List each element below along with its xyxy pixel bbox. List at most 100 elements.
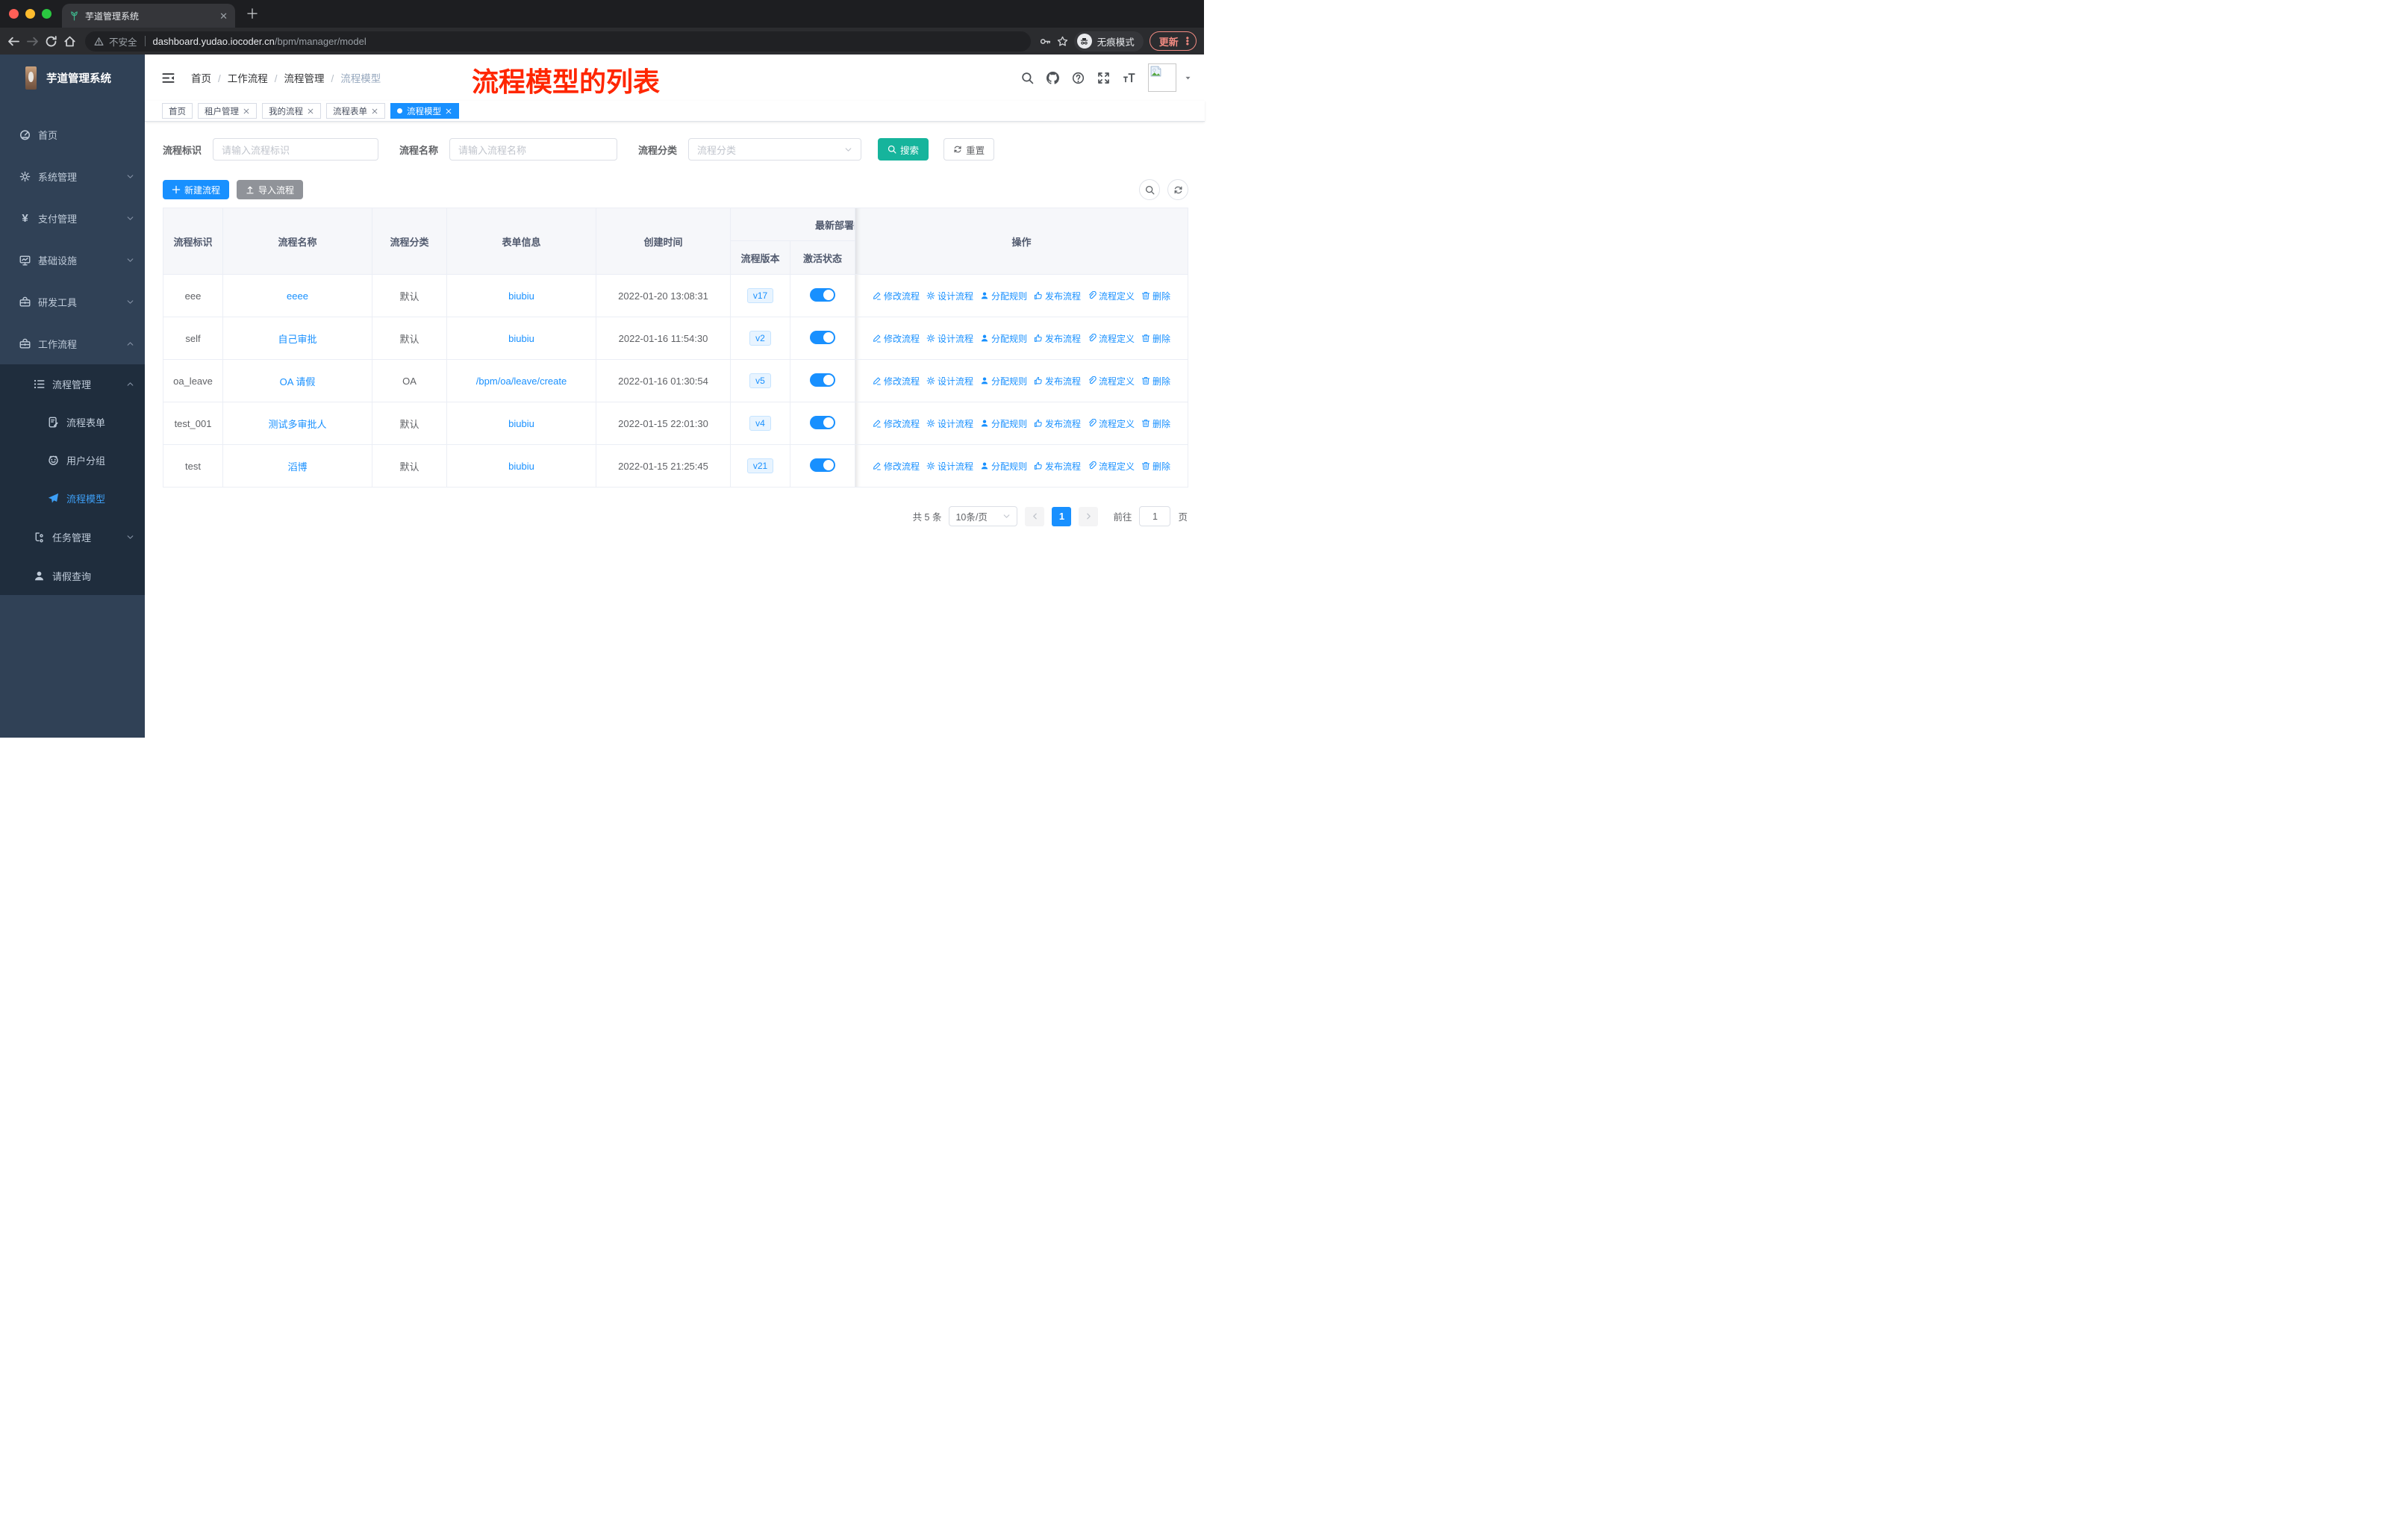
breadcrumb-item[interactable]: 流程管理 — [275, 70, 325, 85]
close-icon[interactable] — [243, 108, 250, 115]
design-process-link[interactable]: 设计流程 — [926, 375, 973, 387]
help-icon[interactable] — [1072, 72, 1085, 84]
sidebar-item-process-model[interactable]: 流程模型 — [0, 479, 145, 517]
version-badge[interactable]: v5 — [749, 373, 771, 388]
assign-rule-link[interactable]: 分配规则 — [980, 290, 1027, 302]
version-badge[interactable]: v2 — [749, 331, 771, 346]
sidebar-item-infra[interactable]: 基础设施 — [0, 239, 145, 281]
active-switch[interactable] — [810, 458, 835, 472]
sidebar-item-user-group[interactable]: 用户分组 — [0, 441, 145, 479]
active-switch[interactable] — [810, 330, 835, 344]
process-category-select[interactable]: 流程分类 — [688, 138, 862, 161]
process-definition-link[interactable]: 流程定义 — [1088, 332, 1135, 345]
process-name-link[interactable]: OA 请假 — [280, 376, 316, 387]
minimize-window-button[interactable] — [25, 9, 35, 19]
sidebar-fold-icon[interactable] — [162, 72, 175, 84]
caret-down-icon[interactable] — [1185, 75, 1191, 81]
browser-menu-icon[interactable]: • • • — [1186, 34, 1189, 49]
sidebar-item-workflow[interactable]: 工作流程 — [0, 323, 145, 364]
publish-process-link[interactable]: 发布流程 — [1034, 460, 1081, 473]
publish-process-link[interactable]: 发布流程 — [1034, 375, 1081, 387]
design-process-link[interactable]: 设计流程 — [926, 332, 973, 345]
user-avatar[interactable] — [1148, 63, 1176, 92]
form-link[interactable]: biubiu — [508, 461, 534, 472]
new-process-button[interactable]: 新建流程 — [163, 180, 230, 199]
process-definition-link[interactable]: 流程定义 — [1088, 417, 1135, 430]
tag-home[interactable]: 首页 — [162, 103, 193, 119]
edit-process-link[interactable]: 修改流程 — [873, 332, 920, 345]
close-window-button[interactable] — [9, 9, 19, 19]
show-search-button[interactable] — [1139, 179, 1160, 200]
version-badge[interactable]: v21 — [746, 458, 774, 473]
back-icon[interactable] — [7, 35, 20, 48]
tag-tenant[interactable]: 租户管理 — [198, 103, 257, 119]
process-name-link[interactable]: eeee — [287, 290, 308, 302]
process-name-link[interactable]: 测试多审批人 — [268, 419, 326, 430]
sidebar-item-process-mgmt[interactable]: 流程管理 — [0, 364, 145, 403]
close-icon[interactable] — [445, 108, 452, 115]
breadcrumb-item[interactable]: 工作流程 — [218, 70, 268, 85]
design-process-link[interactable]: 设计流程 — [926, 417, 973, 430]
bookmark-star-icon[interactable] — [1057, 35, 1068, 48]
process-name-link[interactable]: 自己审批 — [278, 334, 316, 345]
version-badge[interactable]: v17 — [746, 288, 774, 303]
edit-process-link[interactable]: 修改流程 — [873, 460, 920, 473]
import-process-button[interactable]: 导入流程 — [237, 180, 304, 199]
version-badge[interactable]: v4 — [749, 416, 771, 431]
process-definition-link[interactable]: 流程定义 — [1088, 375, 1135, 387]
sidebar-item-leave-query[interactable]: 请假查询 — [0, 556, 145, 595]
assign-rule-link[interactable]: 分配规则 — [980, 417, 1027, 430]
reset-button[interactable]: 重置 — [943, 138, 995, 161]
key-icon[interactable] — [1040, 35, 1051, 48]
page-number-button[interactable]: 1 — [1052, 506, 1072, 526]
sidebar-item-devtools[interactable]: 研发工具 — [0, 281, 145, 323]
active-switch[interactable] — [810, 373, 835, 387]
edit-process-link[interactable]: 修改流程 — [873, 375, 920, 387]
sidebar-item-home[interactable]: 首页 — [0, 113, 145, 155]
search-icon[interactable] — [1021, 72, 1034, 84]
publish-process-link[interactable]: 发布流程 — [1034, 332, 1081, 345]
process-definition-link[interactable]: 流程定义 — [1088, 460, 1135, 473]
sidebar-item-task-mgmt[interactable]: 任务管理 — [0, 517, 145, 556]
active-switch[interactable] — [810, 415, 835, 429]
delete-link[interactable]: 删除 — [1141, 460, 1170, 473]
assign-rule-link[interactable]: 分配规则 — [980, 375, 1027, 387]
tag-process-form[interactable]: 流程表单 — [326, 103, 385, 119]
delete-link[interactable]: 删除 — [1141, 417, 1170, 430]
process-name-input[interactable]: 请输入流程名称 — [449, 138, 618, 161]
breadcrumb-item[interactable]: 首页 — [191, 70, 211, 85]
goto-page-input[interactable] — [1139, 506, 1171, 526]
publish-process-link[interactable]: 发布流程 — [1034, 417, 1081, 430]
home-icon[interactable] — [63, 35, 76, 48]
form-link[interactable]: biubiu — [508, 290, 534, 302]
process-id-input[interactable]: 请输入流程标识 — [213, 138, 379, 161]
assign-rule-link[interactable]: 分配规则 — [980, 460, 1027, 473]
browser-update-button[interactable]: 更新 • • • — [1149, 31, 1197, 51]
assign-rule-link[interactable]: 分配规则 — [980, 332, 1027, 345]
delete-link[interactable]: 删除 — [1141, 290, 1170, 302]
tab-close-icon[interactable]: ✕ — [219, 11, 228, 21]
font-size-icon[interactable] — [1123, 72, 1135, 84]
search-button[interactable]: 搜索 — [878, 138, 929, 161]
tag-process-model-active[interactable]: 流程模型 — [390, 103, 459, 119]
form-link[interactable]: /bpm/oa/leave/create — [476, 376, 567, 387]
tag-my-process[interactable]: 我的流程 — [262, 103, 321, 119]
design-process-link[interactable]: 设计流程 — [926, 290, 973, 302]
refresh-table-button[interactable] — [1167, 179, 1188, 200]
forward-icon[interactable] — [26, 35, 39, 48]
form-link[interactable]: biubiu — [508, 333, 534, 344]
sidebar-item-payment[interactable]: ¥ 支付管理 — [0, 197, 145, 239]
active-switch[interactable] — [810, 287, 835, 302]
design-process-link[interactable]: 设计流程 — [926, 460, 973, 473]
browser-tab[interactable]: 芋道管理系统 ✕ — [62, 4, 235, 28]
edit-process-link[interactable]: 修改流程 — [873, 417, 920, 430]
reload-icon[interactable] — [45, 35, 57, 48]
form-link[interactable]: biubiu — [508, 418, 534, 429]
page-size-select[interactable]: 10条/页 — [949, 506, 1018, 526]
publish-process-link[interactable]: 发布流程 — [1034, 290, 1081, 302]
process-name-link[interactable]: 滔博 — [287, 461, 307, 473]
sidebar-item-system[interactable]: 系统管理 — [0, 155, 145, 197]
zoom-window-button[interactable] — [42, 9, 52, 19]
delete-link[interactable]: 删除 — [1141, 375, 1170, 387]
fullscreen-icon[interactable] — [1097, 72, 1110, 84]
